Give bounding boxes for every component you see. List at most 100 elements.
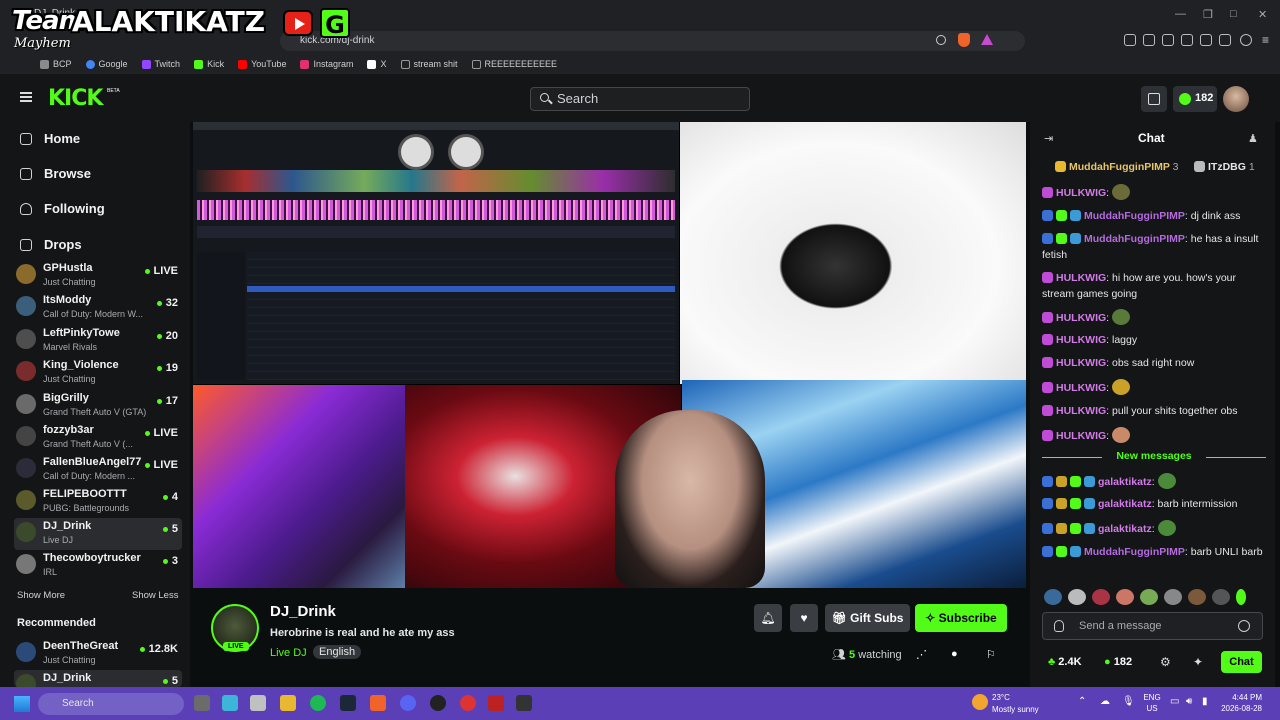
brave-rewards-icon[interactable] [981,34,993,45]
minimize-icon[interactable]: — [1175,8,1186,20]
sidebar-channel-fozzyb3ar[interactable]: fozzyb3ar Grand Theft Auto V (... LIVE [14,422,182,454]
kicks-balance-button[interactable]: 182 [1173,86,1217,112]
leaderboard-2[interactable]: ITzDBG 1 [1194,161,1255,173]
nav-following[interactable]: Following [20,201,105,216]
emote-icon[interactable] [1212,589,1230,605]
show-less-link[interactable]: Show Less [132,590,178,601]
calculator-icon[interactable] [250,695,266,711]
weather-desc[interactable]: Mostly sunny [992,705,1039,714]
extension-icon[interactable] [1124,34,1136,46]
new-messages-divider[interactable]: New messages [1042,450,1266,464]
video-player[interactable] [193,122,1026,588]
bookmark-twitch[interactable]: Twitch [141,59,180,69]
kick-logo[interactable]: KICK [48,86,103,111]
bookmark-stream-shit[interactable]: stream shit [400,59,458,69]
emote-icon[interactable] [1164,589,1182,605]
brave-icon[interactable] [370,695,386,711]
wallet-icon[interactable] [1200,34,1212,46]
brave-shield-icon[interactable] [958,33,970,47]
sidebar-icon[interactable] [1181,34,1193,46]
bookmark-google[interactable]: Google [85,59,128,69]
vpn-icon[interactable] [1219,34,1231,46]
sidebar-channel-felipeboottt[interactable]: FELIPEBOOTTT PUBG: Battlegrounds 4 [14,486,182,518]
menu-icon[interactable]: ≡ [1262,33,1269,47]
obs-icon[interactable] [430,695,446,711]
share-icon[interactable]: ⋰ [916,648,927,661]
restore-icon[interactable]: ❐ [1203,8,1213,21]
hamburger-menu-icon[interactable] [20,92,32,102]
address-bar[interactable]: kick.com/dj-drink [280,31,1025,51]
file-explorer-icon[interactable] [280,695,296,711]
bookmark-youtube[interactable]: YouTube [238,59,286,69]
sidebar-recommended-dj-drink[interactable]: DJ_Drink 5 [14,670,182,687]
list-icon[interactable] [1162,34,1174,46]
collapse-chat-icon[interactable]: ⇥ [1044,132,1053,145]
zoom-icon[interactable] [936,35,946,45]
network-icon[interactable]: ▭ [1170,696,1179,707]
close-icon[interactable]: ✕ [1258,8,1267,21]
widgets-icon[interactable] [222,695,238,711]
tray-chevron-icon[interactable]: ⌃ [1078,696,1086,707]
spotify-icon[interactable] [310,695,326,711]
app-red-icon[interactable] [460,695,476,711]
chat-users-icon[interactable]: ♟ [1248,132,1258,145]
gift-icon[interactable]: ✦ [1193,655,1203,669]
shield-icon[interactable] [1054,620,1064,632]
nav-drops[interactable]: Drops [20,237,82,252]
windows-start-icon[interactable] [14,696,30,712]
bookmark-reeee[interactable]: REEEEEEEEEEE [471,59,557,69]
maximize-icon[interactable]: □ [1230,8,1237,20]
language-tag[interactable]: English [313,645,362,659]
onedrive-icon[interactable]: ☁ [1100,696,1110,707]
sidebar-channel-itsmoddy[interactable]: ItsModdy Call of Duty: Modern W... 32 [14,292,182,324]
weather-temp[interactable]: 23°C [992,693,1010,702]
sidebar-channel-fallenblueangel77[interactable]: FallenBlueAngel77 Call of Duty: Modern ..… [14,454,182,486]
emote-icon[interactable] [1188,589,1206,605]
app-misc-icon[interactable] [516,695,532,711]
layout-button[interactable] [1141,86,1167,112]
puzzle-icon[interactable] [1143,34,1155,46]
mic-icon[interactable]: 🎙︎ [1122,696,1135,707]
steam-icon[interactable] [340,695,356,711]
bookmark-kick[interactable]: Kick [194,59,224,69]
sidebar-channel-king-violence[interactable]: King_Violence Just Chatting 19 [14,357,182,389]
leo-icon[interactable] [1240,34,1252,46]
emote-icon[interactable] [1116,589,1134,605]
info-icon[interactable]: ● [951,648,958,660]
volume-icon[interactable]: 🔊︎ [1186,696,1192,707]
task-view-icon[interactable] [194,695,210,711]
language-indicator[interactable]: ENG US [1140,692,1164,714]
sidebar-channel-thecowboytrucker[interactable]: Thecowboytrucker IRL 3 [14,550,182,582]
follow-heart-button[interactable]: ♥ [790,604,818,632]
channel-name[interactable]: DJ_Drink [270,603,336,620]
bookmark-instagram[interactable]: Instagram [300,59,353,69]
emote-icon[interactable] [1236,589,1246,605]
clock[interactable]: 4:44 PM 2026-08-28 [1218,692,1262,714]
sidebar-recommended-deenthegreat[interactable]: DeenTheGreat Just Chatting 12.8K [14,638,182,670]
emoji-icon[interactable] [1238,620,1250,632]
chat-settings-icon[interactable]: ⚙ [1160,655,1171,669]
emote-icon[interactable] [1068,589,1086,605]
app-filezilla-icon[interactable] [488,695,504,711]
sidebar-channel-biggrilly[interactable]: BigGrilly Grand Theft Auto V (GTA) 17 [14,390,182,422]
taskbar-search[interactable]: Search [38,693,184,715]
subscribe-button[interactable]: ✧ Subscribe [915,604,1007,632]
emote-icon[interactable] [1140,589,1158,605]
sidebar-channel-leftpinkytowe[interactable]: LeftPinkyTowe Marvel Rivals 20 [14,325,182,357]
stream-category[interactable]: Live DJ [270,647,307,659]
discord-icon[interactable] [400,695,416,711]
emote-icon[interactable] [1092,589,1110,605]
leaderboard-1[interactable]: MuddahFugginPIMP 3 [1055,161,1178,173]
bookmark-bcp[interactable]: BCP [40,59,72,69]
sidebar-channel-gphustla[interactable]: GPHustla Just Chatting LIVE [14,260,182,292]
bookmark-x[interactable]: X [367,59,387,69]
gift-subs-button[interactable]: 🎁︎ Gift Subs [825,604,910,632]
sidebar-channel-dj-drink[interactable]: DJ_Drink Live DJ 5 [14,518,182,550]
chat-message-input[interactable]: Send a message [1042,612,1263,640]
show-more-link[interactable]: Show More [17,590,65,601]
emote-icon[interactable] [1044,589,1062,605]
nav-home[interactable]: Home [20,131,80,146]
nav-browse[interactable]: Browse [20,166,91,181]
search-input[interactable]: Search [530,87,750,111]
notification-bell-button[interactable]: 🔔︎ [754,604,782,632]
